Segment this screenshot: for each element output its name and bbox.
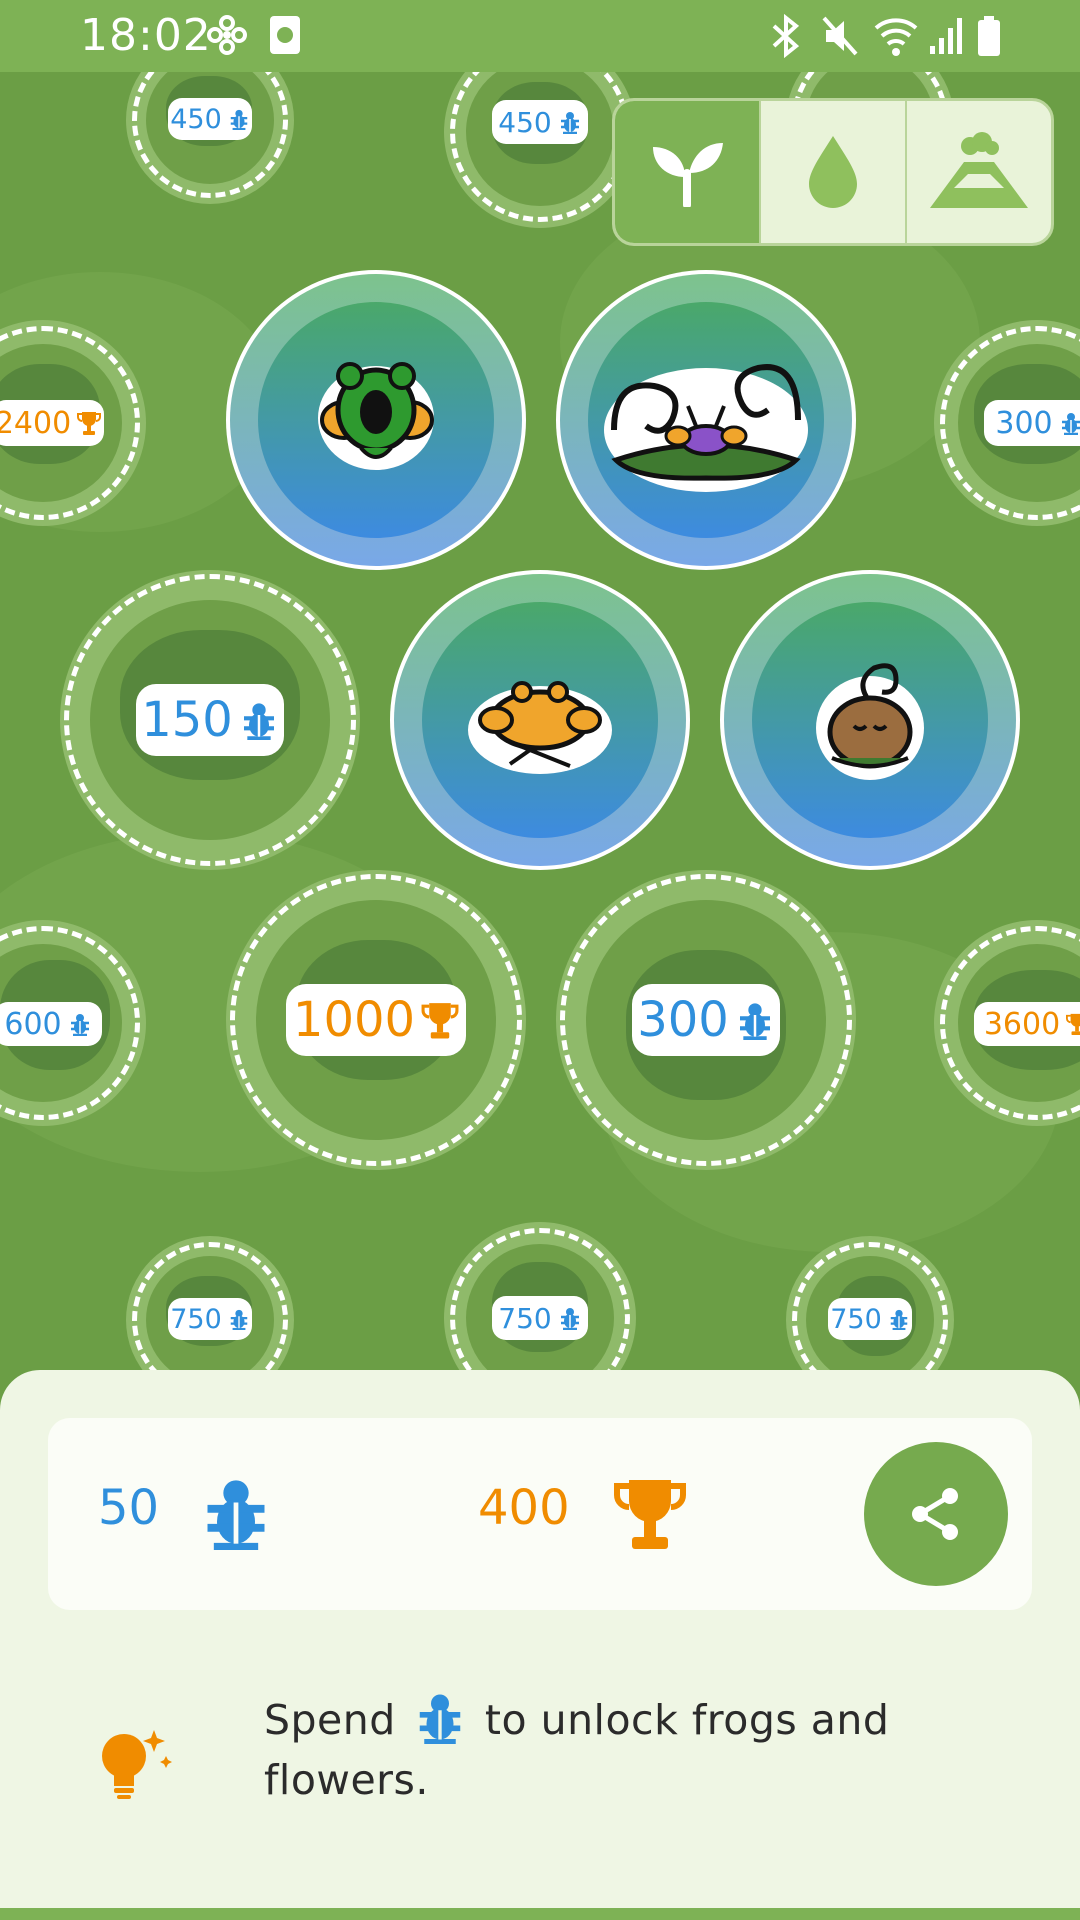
cost-label: 600 xyxy=(0,1002,102,1046)
locked-node-300[interactable]: 300 xyxy=(556,870,856,1170)
locked-node-450[interactable]: 450 xyxy=(444,72,636,228)
share-button[interactable] xyxy=(864,1442,1008,1586)
tab-volcano[interactable] xyxy=(907,101,1051,243)
signal-icon xyxy=(928,14,964,62)
cost-value: 150 xyxy=(141,692,233,748)
lightbulb-icon xyxy=(102,1730,172,1799)
locked-node-750[interactable]: 750 xyxy=(444,1222,636,1372)
bug-icon xyxy=(230,1309,248,1330)
bug-icon xyxy=(420,1694,461,1744)
habitat-tabs xyxy=(612,98,1054,246)
volcano-icon xyxy=(930,132,1028,208)
cost-label: 1000 xyxy=(286,984,466,1056)
green-frog-icon xyxy=(318,362,434,470)
frog-node-orange[interactable] xyxy=(390,570,690,870)
orange-frog-icon xyxy=(468,681,612,774)
bottom-panel: 50 400 Spend to unlock frogs and flowers… xyxy=(0,1370,1080,1920)
cost-value: 300 xyxy=(995,405,1053,441)
wifi-icon xyxy=(872,14,920,62)
frog-node-purple[interactable] xyxy=(556,270,856,570)
cost-value: 750 xyxy=(498,1301,552,1335)
frog-node-brown[interactable] xyxy=(720,570,1020,870)
bug-icon xyxy=(207,1480,265,1550)
status-bar: 18:02 xyxy=(0,0,1080,72)
cost-value: 450 xyxy=(170,103,222,135)
bug-icon xyxy=(560,1308,579,1330)
trophy-icon xyxy=(421,1003,459,1039)
cost-label: 750 xyxy=(828,1298,912,1340)
cost-value: 600 xyxy=(4,1006,62,1042)
trophy-count: 400 xyxy=(478,1480,570,1536)
trophy-icon xyxy=(1066,1013,1080,1035)
cost-label: 450 xyxy=(168,98,252,140)
cost-value: 3600 xyxy=(983,1006,1061,1042)
bug-icon xyxy=(70,1014,89,1036)
cost-value: 450 xyxy=(498,105,552,139)
cost-value: 1000 xyxy=(292,992,416,1048)
purple-swirl-frog-icon xyxy=(604,364,808,492)
frog-node-green[interactable] xyxy=(226,270,526,570)
bug-icon xyxy=(1061,413,1080,435)
trophy-icon xyxy=(614,1480,686,1549)
bug-icon xyxy=(739,1003,770,1040)
stats-card: 50 400 xyxy=(48,1418,1032,1610)
cost-value: 2400 xyxy=(0,405,72,441)
locked-node-750[interactable]: 750 xyxy=(786,1236,954,1372)
locked-node-150[interactable]: 150 xyxy=(60,570,360,870)
mute-icon xyxy=(820,14,860,62)
bug-icon xyxy=(243,703,274,740)
cost-label: 750 xyxy=(168,1298,252,1340)
brown-frog-icon xyxy=(816,663,924,780)
frog-map[interactable]: 450 450 2400 300 150 600 1000 300 3600 7… xyxy=(0,72,1080,1372)
tab-sprout[interactable] xyxy=(615,101,761,243)
cost-label: 300 xyxy=(632,984,780,1056)
bug-icon xyxy=(230,109,248,130)
trophy-icon xyxy=(77,412,102,435)
cost-label: 750 xyxy=(492,1296,588,1340)
water-drop-icon xyxy=(809,136,857,208)
locked-node-1000[interactable]: 1000 xyxy=(226,870,526,1170)
app-icon xyxy=(268,14,302,60)
cost-label: 300 xyxy=(984,400,1080,446)
status-time: 18:02 xyxy=(80,10,212,61)
bottom-edge xyxy=(0,1908,1080,1920)
cost-value: 300 xyxy=(637,992,729,1048)
fan-icon xyxy=(206,14,248,60)
bug-icon xyxy=(890,1309,908,1330)
tip-text-start: Spend xyxy=(264,1696,396,1744)
sprout-icon xyxy=(653,143,723,207)
cost-label: 150 xyxy=(136,684,284,756)
locked-node-450[interactable]: 450 xyxy=(126,72,294,204)
bug-icon xyxy=(560,112,579,134)
bluetooth-icon xyxy=(768,13,804,62)
cost-value: 750 xyxy=(170,1303,222,1335)
tip-text: Spend to unlock frogs and flowers. xyxy=(264,1690,984,1810)
cost-value: 750 xyxy=(830,1303,882,1335)
cost-label: 450 xyxy=(492,100,588,144)
share-icon xyxy=(912,1488,958,1540)
bug-count: 50 xyxy=(98,1480,160,1536)
cost-label: 2400 xyxy=(0,400,104,446)
locked-node-750[interactable]: 750 xyxy=(126,1236,294,1372)
cost-label: 3600 xyxy=(974,1002,1080,1046)
battery-icon xyxy=(976,14,1002,62)
tab-water[interactable] xyxy=(761,101,907,243)
